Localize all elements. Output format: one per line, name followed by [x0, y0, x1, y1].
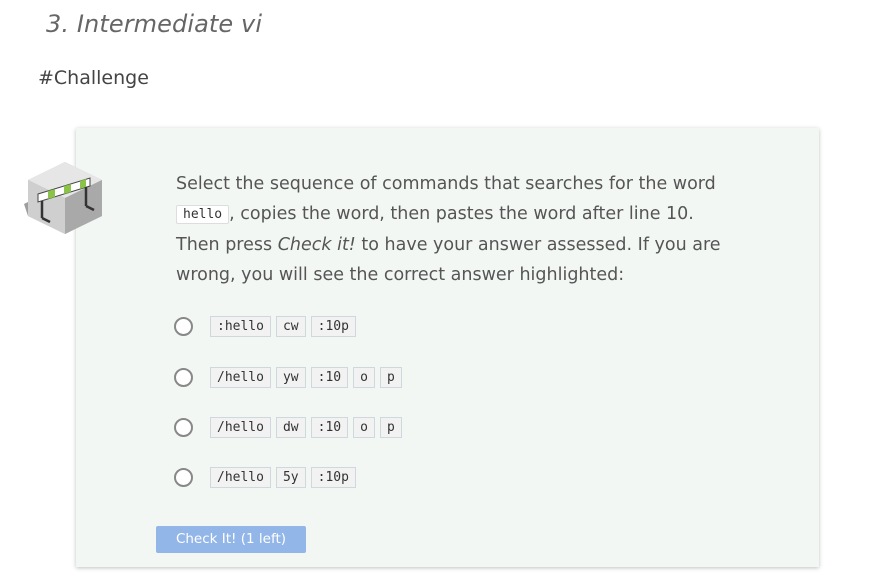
radio-button[interactable]	[174, 417, 193, 437]
question-text: Select the sequence of commands that sea…	[176, 174, 721, 285]
command-chip: /hello	[210, 366, 271, 388]
command-chip: :10p	[310, 466, 356, 488]
answer-option-1[interactable]: :hello cw :10p	[174, 314, 361, 338]
check-it-button[interactable]: Check It! (1 left)	[156, 526, 306, 553]
check-it-emphasis: Check it!	[277, 234, 356, 255]
radio-button[interactable]	[174, 316, 193, 336]
command-chip: /hello	[210, 466, 271, 488]
radio-button[interactable]	[174, 367, 193, 387]
answer-option-3[interactable]: /hello dw :10 o p	[174, 415, 407, 439]
challenge-heading: #Challenge	[38, 67, 149, 89]
radio-button[interactable]	[174, 467, 193, 487]
command-chip: o	[353, 416, 375, 438]
command-chip: p	[379, 416, 402, 438]
command-chip: :10	[310, 366, 349, 388]
hurdle-icon	[24, 162, 102, 234]
section-title: 3. Intermediate vi	[46, 10, 263, 38]
answer-option-2[interactable]: /hello yw :10 o p	[174, 365, 407, 389]
command-chip: p	[379, 366, 402, 388]
command-chip: o	[353, 366, 375, 388]
command-chip: dw	[275, 416, 306, 438]
command-chip: :10	[310, 416, 349, 438]
command-chip: :10p	[310, 315, 356, 337]
command-chip: yw	[275, 366, 306, 388]
command-chip: :hello	[210, 315, 271, 337]
answer-option-4[interactable]: /hello 5y :10p	[174, 465, 361, 489]
command-chip: cw	[275, 315, 306, 337]
inline-code-hello: hello	[176, 205, 230, 225]
page: 3. Intermediate vi #Challenge Select the…	[0, 0, 891, 585]
command-chip: /hello	[210, 416, 271, 438]
command-chip: 5y	[275, 466, 306, 488]
